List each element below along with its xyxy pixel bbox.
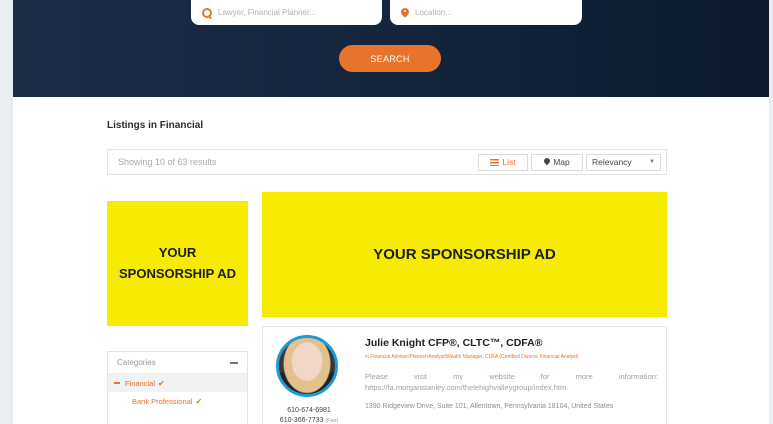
listing-card: 610-674-6981 610-366-7733 (Fax) Julie Kn… [262,326,667,424]
location-search-field[interactable]: Location... [390,0,582,25]
search-button[interactable]: SEARCH [339,45,441,72]
phone-number[interactable]: 610-674-6981 [273,407,345,414]
list-view-button[interactable]: List [478,153,528,171]
listings-heading: Listings in Financial [107,120,204,131]
keyword-search-placeholder: Lawyer, Financial Planner... [218,8,316,17]
categories-header[interactable]: Categories [108,352,247,374]
sort-selected-value: Relevancy [592,157,632,167]
map-view-label: Map [553,157,570,167]
category-item-financial[interactable]: Financial ✔ [108,374,247,392]
location-search-placeholder: Location... [415,8,452,17]
categories-title: Categories [117,358,156,367]
profile-avatar[interactable] [276,335,338,397]
page-frame: Lawyer, Financial Planner... Location...… [13,0,769,424]
caret-down-icon: ▼ [649,159,655,165]
fax-value: 610-366-7733 [279,417,324,424]
in-label: in [365,354,369,360]
listing-address: 1390 Ridgeview Drive, Suite 101, Allento… [365,403,614,410]
list-icon [490,158,500,166]
search-icon [202,7,212,18]
fax-label: (Fax) [325,418,339,424]
listing-title[interactable]: Julie Knight CFP®, CLTC™, CDFA® [365,337,542,349]
main-sponsorship-ad[interactable]: YOUR SPONSORSHIP AD [262,192,667,317]
checkmark-icon: ✔ [195,396,203,406]
keyword-search-field[interactable]: Lawyer, Financial Planner... [191,0,382,25]
listing-category-links[interactable]: Financial Advisor/Planner/Analyst/Wealth… [370,354,578,360]
minus-icon [114,382,120,384]
category-item-bank-professional[interactable]: Bank Professional ✔ [108,392,247,410]
list-view-label: List [502,157,516,167]
listing-description: Please visit my website for more informa… [365,372,658,392]
fax-number: 610-366-7733 (Fax) [273,417,345,424]
sort-select[interactable]: Relevancy ▼ [586,153,661,171]
results-toolbar: Showing 10 of 63 results List Map Releva… [107,149,667,175]
map-marker-icon [544,158,550,166]
search-hero: Lawyer, Financial Planner... Location...… [13,0,769,97]
category-label: Financial [125,378,156,388]
collapse-icon[interactable] [230,361,238,364]
categories-panel: Categories Financial ✔ Bank Professional… [107,351,248,424]
category-label: Bank Professional [132,396,193,406]
listing-categories: in Financial Advisor/Planner/Analyst/Wea… [365,354,579,360]
result-count: Showing 10 of 63 results [118,157,217,167]
sidebar-sponsorship-ad[interactable]: YOUR SPONSORSHIP AD [107,201,248,326]
map-view-button[interactable]: Map [531,153,583,171]
map-pin-icon [401,8,409,18]
checkmark-icon: ✔ [158,378,165,388]
